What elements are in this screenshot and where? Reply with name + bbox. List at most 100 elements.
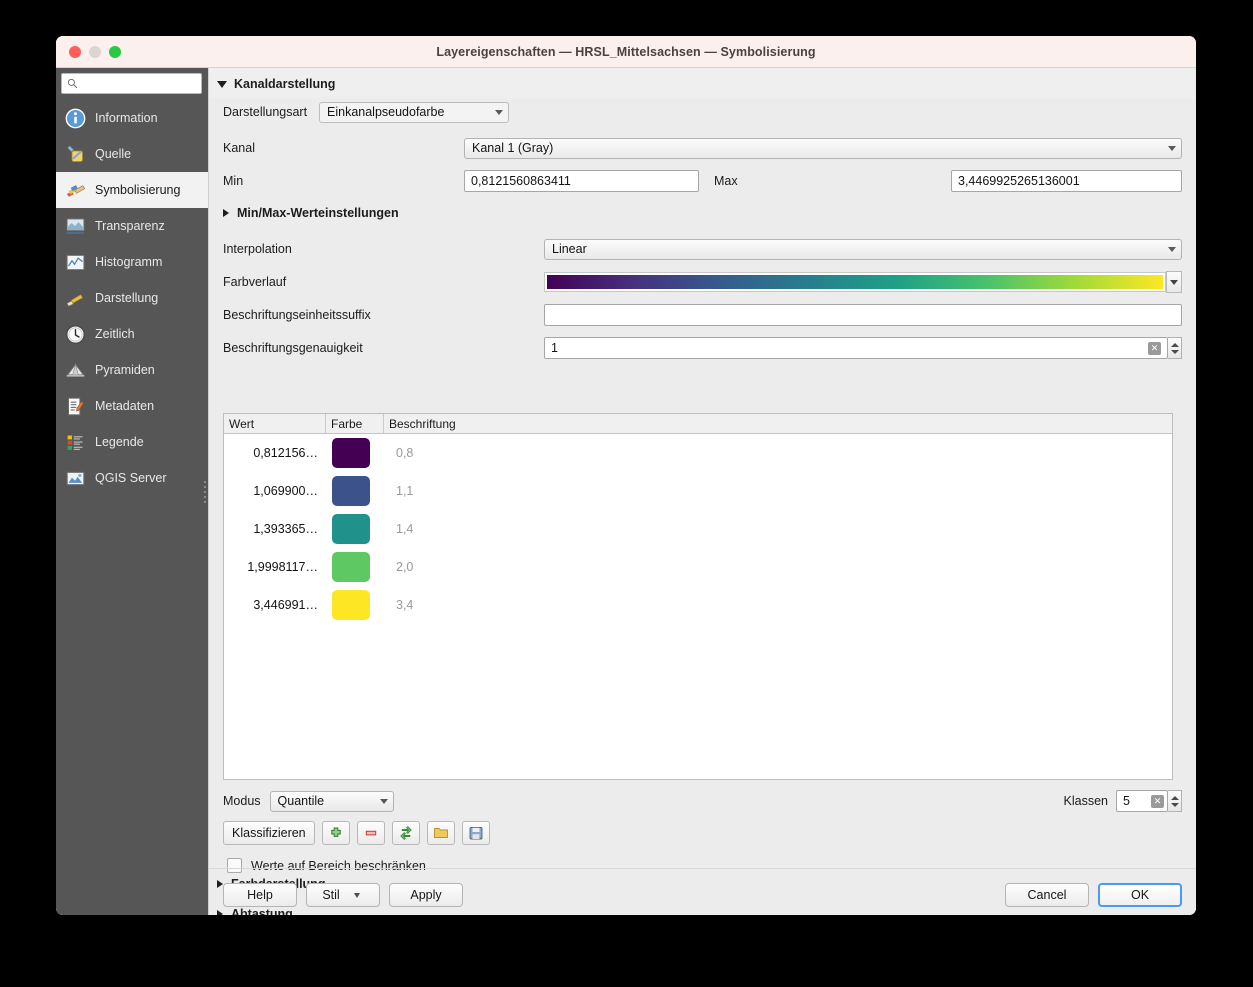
classify-button[interactable]: Klassifizieren — [223, 821, 315, 845]
sidebar-item-transparenz[interactable]: Transparenz — [56, 208, 208, 244]
table-row[interactable]: 3,446991… 3,4 — [224, 586, 1172, 624]
table-row[interactable]: 1,9998117… 2,0 — [224, 548, 1172, 586]
sidebar-item-legende[interactable]: Legende — [56, 424, 208, 460]
transparency-icon — [64, 215, 86, 237]
column-header-wert[interactable]: Wert — [224, 414, 326, 433]
clear-icon[interactable]: ✕ — [1148, 341, 1161, 355]
sidebar-item-histogramm[interactable]: Histogramm — [56, 244, 208, 280]
table-row[interactable]: 0,812156… 0,8 — [224, 434, 1172, 472]
search-input[interactable] — [78, 77, 201, 90]
color-swatch[interactable] — [332, 476, 370, 506]
cell-color[interactable] — [326, 438, 384, 468]
cell-label[interactable]: 0,8 — [384, 446, 1172, 460]
style-button[interactable]: Stil — [306, 883, 380, 907]
spinner-down-icon[interactable] — [1170, 349, 1179, 354]
classes-input[interactable]: 5 ✕ — [1116, 790, 1168, 812]
column-header-farbe[interactable]: Farbe — [326, 414, 384, 433]
cell-value[interactable]: 3,446991… — [224, 598, 326, 612]
apply-button[interactable]: Apply — [389, 883, 463, 907]
max-input[interactable]: 3,4469925265136001 — [951, 170, 1182, 192]
arrows-swap-icon — [399, 826, 412, 840]
sidebar-item-label: Legende — [95, 435, 144, 449]
cell-label[interactable]: 1,4 — [384, 522, 1172, 536]
cell-value[interactable]: 1,393365… — [224, 522, 326, 536]
cell-color[interactable] — [326, 590, 384, 620]
sidebar-item-label: Zeitlich — [95, 327, 135, 341]
minimize-button[interactable] — [89, 45, 101, 58]
color-ramp-preview[interactable] — [544, 272, 1166, 292]
ok-button[interactable]: OK — [1098, 883, 1182, 907]
cell-label[interactable]: 1,1 — [384, 484, 1172, 498]
maximize-button[interactable] — [109, 45, 121, 58]
color-swatch[interactable] — [332, 438, 370, 468]
column-header-beschriftung[interactable]: Beschriftung — [384, 414, 1172, 433]
sidebar-search-wrap — [56, 68, 208, 100]
plus-icon — [330, 827, 341, 837]
classes-spinner[interactable] — [1168, 790, 1182, 812]
cell-color[interactable] — [326, 514, 384, 544]
metadata-icon — [64, 395, 86, 417]
close-button[interactable] — [69, 45, 81, 58]
colormap-table[interactable]: Wert Farbe Beschriftung 0,812156… 0,8 1,06… — [223, 413, 1173, 780]
cell-value[interactable]: 0,812156… — [224, 446, 326, 460]
load-colormap-button[interactable] — [426, 821, 455, 845]
sidebar-item-metadaten[interactable]: Metadaten — [56, 388, 208, 424]
spinner-down-icon[interactable] — [1170, 802, 1179, 807]
color-swatch[interactable] — [332, 514, 370, 544]
color-swatch[interactable] — [332, 590, 370, 620]
symbology-brush-icon — [64, 179, 86, 201]
sidebar-item-information[interactable]: Information — [56, 100, 208, 136]
band-value: Kanal 1 (Gray) — [472, 141, 554, 155]
cell-color[interactable] — [326, 476, 384, 506]
chevron-down-icon — [495, 109, 503, 115]
cell-value[interactable]: 1,069900… — [224, 484, 326, 498]
colormap-toolbar: Klassifizieren — [223, 821, 1182, 845]
information-icon — [64, 107, 86, 129]
minmax-settings-label[interactable]: Min/Max-Werteinstellungen — [237, 206, 399, 220]
sidebar-item-label: QGIS Server — [95, 471, 167, 485]
legend-icon — [64, 431, 86, 453]
cell-label[interactable]: 3,4 — [384, 598, 1172, 612]
table-row[interactable]: 1,393365… 1,4 — [224, 510, 1172, 548]
panel-body: Darstellungsart Einkanalpseudofarbe Kana… — [209, 98, 1196, 915]
label-unit-suffix-input[interactable] — [544, 304, 1182, 326]
chevron-down-icon — [353, 892, 360, 898]
color-swatch[interactable] — [332, 552, 370, 582]
label-precision-spinner[interactable] — [1168, 337, 1182, 359]
cell-color[interactable] — [326, 552, 384, 582]
interpolation-combobox[interactable]: Linear — [544, 238, 1182, 260]
cell-value[interactable]: 1,9998117… — [224, 560, 326, 574]
search-box[interactable] — [61, 73, 202, 94]
spinner-up-icon[interactable] — [1170, 342, 1179, 347]
min-input[interactable]: 0,8121560863411 — [464, 170, 699, 192]
sort-entries-button[interactable] — [391, 821, 420, 845]
sidebar-splitter-handle[interactable] — [204, 481, 207, 503]
table-body: 0,812156… 0,8 1,069900… 1,1 1,393365… 1,4 1,99… — [224, 434, 1172, 624]
label-unit-suffix-label: Beschriftungseinheitssuffix — [223, 308, 371, 322]
cell-label[interactable]: 2,0 — [384, 560, 1172, 574]
table-row[interactable]: 1,069900… 1,1 — [224, 472, 1172, 510]
sidebar-item-symbolisierung[interactable]: Symbolisierung — [56, 172, 208, 208]
render-type-combobox[interactable]: Einkanalpseudofarbe — [319, 101, 509, 123]
band-combobox[interactable]: Kanal 1 (Gray) — [464, 137, 1182, 159]
help-button[interactable]: Help — [223, 883, 297, 907]
clear-icon[interactable]: ✕ — [1151, 794, 1164, 808]
spinner-up-icon[interactable] — [1170, 795, 1179, 800]
color-ramp-dropdown-button[interactable] — [1166, 271, 1182, 293]
sidebar-item-quelle[interactable]: Quelle — [56, 136, 208, 172]
sidebar-item-pyramiden[interactable]: Pyramiden — [56, 352, 208, 388]
save-colormap-button[interactable] — [461, 821, 490, 845]
mode-combobox[interactable]: Quantile — [269, 790, 394, 812]
footer-left-buttons: Help Stil Apply — [223, 883, 463, 907]
cancel-button[interactable]: Cancel — [1005, 883, 1089, 907]
sidebar-item-qgis-server[interactable]: QGIS Server — [56, 460, 208, 496]
remove-entry-button[interactable] — [356, 821, 385, 845]
sidebar-item-zeitlich[interactable]: Zeitlich — [56, 316, 208, 352]
window-titlebar: Layereigenschaften — HRSL_Mittelsachsen … — [56, 36, 1196, 68]
add-entry-button[interactable] — [321, 821, 350, 845]
chevron-right-icon[interactable] — [223, 209, 229, 217]
min-value: 0,8121560863411 — [471, 174, 571, 188]
label-precision-input[interactable]: 1 ✕ — [544, 337, 1168, 359]
band-rendering-section-header[interactable]: Kanaldarstellung — [209, 68, 1196, 98]
sidebar-item-darstellung[interactable]: Darstellung — [56, 280, 208, 316]
